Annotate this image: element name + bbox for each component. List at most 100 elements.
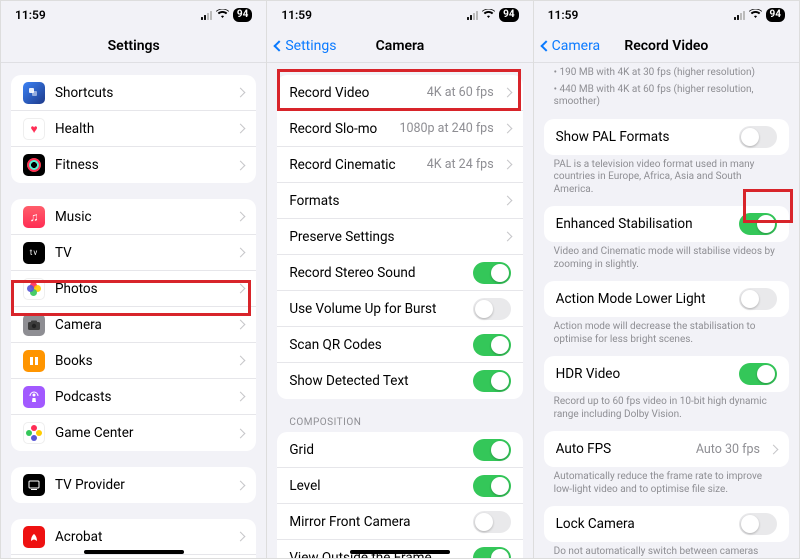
storage-note-line2: • 440 MB with 4K at 60 fps (higher resol… xyxy=(554,84,779,109)
cellular-icon xyxy=(467,11,478,20)
row-label: TV xyxy=(55,245,227,261)
row-record-video[interactable]: Record Video 4K at 60 fps xyxy=(277,75,522,111)
row-label: Acrobat xyxy=(55,529,227,545)
toggle-lock-camera[interactable] xyxy=(739,513,777,535)
row-auto-fps[interactable]: Auto FPS Auto 30 fps xyxy=(544,431,789,467)
hdr-note: Record up to 60 fps video in 10-bit high… xyxy=(554,396,779,421)
row-label: Game Center xyxy=(55,425,227,441)
row-hdr-video: HDR Video xyxy=(544,356,789,392)
status-time: 11:59 xyxy=(548,8,579,22)
row-qr: Scan QR Codes xyxy=(277,327,522,363)
chevron-right-icon xyxy=(236,88,246,98)
row-label: Scan QR Codes xyxy=(289,337,462,353)
row-health[interactable]: ♥ Health xyxy=(11,111,256,147)
chevron-right-icon xyxy=(236,160,246,170)
fitness-icon xyxy=(23,154,45,176)
row-label: Podcasts xyxy=(55,389,227,405)
row-label: Enhanced Stabilisation xyxy=(556,216,729,232)
nav-bar: Settings xyxy=(1,29,266,63)
row-outside-frame: View Outside the Frame xyxy=(277,540,522,558)
row-tv[interactable]: tv TV xyxy=(11,235,256,271)
row-label: Use Volume Up for Burst xyxy=(289,301,462,317)
row-shortcuts[interactable]: Shortcuts xyxy=(11,75,256,111)
back-button[interactable]: Settings xyxy=(275,29,336,62)
row-record-slomo[interactable]: Record Slo-mo 1080p at 240 fps xyxy=(277,111,522,147)
chevron-right-icon xyxy=(236,320,246,330)
row-gamecenter[interactable]: Game Center xyxy=(11,415,256,451)
row-label: Books xyxy=(55,353,227,369)
cellular-icon xyxy=(734,11,745,20)
row-airbnb[interactable]: Airbnb xyxy=(11,555,256,558)
row-mirror: Mirror Front Camera xyxy=(277,504,522,540)
tv-provider-icon xyxy=(23,474,45,496)
toggle-outside-frame[interactable] xyxy=(473,547,511,558)
toggle-enhanced-stabilisation[interactable] xyxy=(739,213,777,235)
row-label: Record Video xyxy=(289,85,416,101)
row-preserve[interactable]: Preserve Settings xyxy=(277,219,522,255)
toggle-stereo[interactable] xyxy=(473,262,511,284)
row-books[interactable]: Books xyxy=(11,343,256,379)
books-icon xyxy=(23,350,45,372)
wifi-icon xyxy=(749,9,762,22)
toggle-mirror[interactable] xyxy=(473,511,511,533)
chevron-right-icon xyxy=(236,392,246,402)
screen-camera: 11:59 94 Settings Camera Record Video 4K… xyxy=(267,0,533,559)
toggle-qr[interactable] xyxy=(473,334,511,356)
toggle-detected-text[interactable] xyxy=(473,370,511,392)
nav-bar: Settings Camera xyxy=(267,29,532,63)
cellular-icon xyxy=(201,11,212,20)
row-label: Record Cinematic xyxy=(289,157,416,173)
row-label: Photos xyxy=(55,281,227,297)
row-label: Formats xyxy=(289,193,493,209)
settings-group: Shortcuts ♥ Health Fitness xyxy=(11,75,256,183)
toggle-level[interactable] xyxy=(473,475,511,497)
pal-note: PAL is a television video format used in… xyxy=(554,159,779,197)
chevron-left-icon xyxy=(274,40,285,51)
toggle-pal[interactable] xyxy=(739,126,777,148)
battery-icon: 94 xyxy=(499,8,518,22)
row-label: Auto FPS xyxy=(556,441,686,457)
chevron-right-icon xyxy=(502,88,512,98)
gamecenter-icon xyxy=(23,422,45,444)
action-note: Action mode will decrease the stabilisat… xyxy=(554,321,779,346)
battery-icon: 94 xyxy=(233,8,252,22)
row-fitness[interactable]: Fitness xyxy=(11,147,256,183)
row-label: Record Slo-mo xyxy=(289,121,389,137)
home-indicator xyxy=(84,550,184,554)
row-label: Mirror Front Camera xyxy=(289,514,462,530)
autofps-note: Automatically reduce the frame rate to i… xyxy=(554,471,779,496)
status-time: 11:59 xyxy=(281,8,312,22)
status-time: 11:59 xyxy=(15,8,46,22)
row-label: Music xyxy=(55,209,227,225)
photos-icon xyxy=(23,278,45,300)
shortcuts-icon xyxy=(23,82,45,104)
toggle-grid[interactable] xyxy=(473,439,511,461)
row-record-cinematic[interactable]: Record Cinematic 4K at 24 fps xyxy=(277,147,522,183)
status-bar: 11:59 94 xyxy=(267,1,532,29)
chevron-right-icon xyxy=(502,232,512,242)
row-label: Lock Camera xyxy=(556,516,729,532)
row-camera[interactable]: Camera xyxy=(11,307,256,343)
row-tv-provider[interactable]: TV Provider xyxy=(11,467,256,503)
row-label: Show Detected Text xyxy=(289,373,462,389)
toggle-volume-burst[interactable] xyxy=(473,298,511,320)
row-label: Camera xyxy=(55,317,227,333)
chevron-right-icon xyxy=(236,356,246,366)
stab-note: Video and Cinematic mode will stabilise … xyxy=(554,246,779,271)
row-label: Shortcuts xyxy=(55,85,227,101)
row-formats[interactable]: Formats xyxy=(277,183,522,219)
row-music[interactable]: ♫ Music xyxy=(11,199,256,235)
row-detected-text: Show Detected Text xyxy=(277,363,522,399)
chevron-right-icon xyxy=(236,124,246,134)
toggle-hdr-video[interactable] xyxy=(739,363,777,385)
row-pal: Show PAL Formats xyxy=(544,119,789,155)
lock-note: Do not automatically switch between came… xyxy=(554,546,779,558)
back-button[interactable]: Camera xyxy=(542,29,601,62)
row-label: TV Provider xyxy=(55,477,227,493)
chevron-left-icon xyxy=(540,40,551,51)
row-photos[interactable]: Photos xyxy=(11,271,256,307)
row-label: HDR Video xyxy=(556,366,729,382)
chevron-right-icon xyxy=(502,196,512,206)
toggle-action-mode[interactable] xyxy=(739,288,777,310)
row-podcasts[interactable]: Podcasts xyxy=(11,379,256,415)
